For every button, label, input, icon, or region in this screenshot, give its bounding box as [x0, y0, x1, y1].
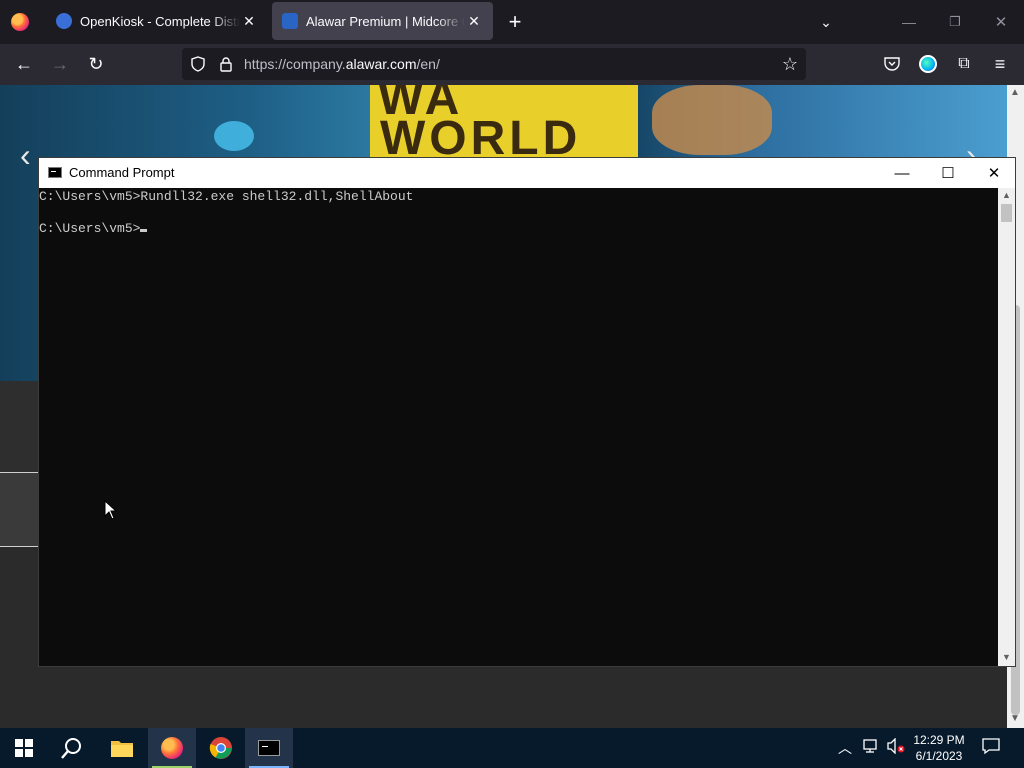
- url-bar[interactable]: https://company.alawar.com/en/ ☆: [182, 48, 806, 80]
- url-text: https://company.alawar.com/en/: [244, 56, 440, 72]
- clock-date: 6/1/2023: [915, 749, 963, 763]
- search-icon: [61, 738, 81, 759]
- shield-icon[interactable]: [186, 52, 210, 76]
- firefox-taskbar-button[interactable]: [148, 728, 196, 768]
- extensions-puzzle-icon[interactable]: ⧉: [952, 52, 976, 76]
- command-prompt-window[interactable]: Command Prompt — ☐ ✕ C:\Users\vm5>Rundll…: [38, 157, 1016, 667]
- start-button[interactable]: [0, 728, 48, 768]
- close-button[interactable]: ✕: [971, 158, 1017, 188]
- maximize-button[interactable]: ☐: [925, 158, 971, 188]
- file-explorer-button[interactable]: [98, 728, 146, 768]
- url-prefix: https://company.: [244, 56, 346, 72]
- search-button[interactable]: [48, 728, 96, 768]
- chrome-taskbar-button[interactable]: [197, 728, 245, 768]
- page-section: [0, 473, 40, 547]
- cmd-title-bar[interactable]: Command Prompt — ☐ ✕: [39, 158, 1015, 188]
- minimize-button[interactable]: —: [886, 8, 932, 36]
- text-cursor: [140, 229, 148, 232]
- tab-alawar[interactable]: Alawar Premium | Midcore Gar ✕: [272, 2, 493, 40]
- close-tab-icon[interactable]: ✕: [465, 12, 483, 30]
- firefox-menu-button[interactable]: [8, 10, 32, 34]
- window-title: Command Prompt: [69, 165, 175, 180]
- scroll-down-icon[interactable]: ▼: [1010, 713, 1020, 724]
- cmd-scrollbar[interactable]: ▲ ▼: [998, 188, 1015, 666]
- scroll-down-icon[interactable]: ▼: [1002, 652, 1011, 662]
- windows-logo-icon: [15, 739, 33, 757]
- pocket-icon[interactable]: [880, 52, 904, 76]
- notifications-icon[interactable]: [982, 737, 1000, 758]
- system-clock[interactable]: 12:29 PM 6/1/2023: [906, 732, 972, 764]
- carousel-prev-icon[interactable]: ‹: [20, 137, 31, 174]
- command-prompt-icon: [258, 740, 280, 756]
- browser-tab-bar: OpenKiosk - Complete Distribu ✕ Alawar P…: [0, 0, 1024, 44]
- tab-favicon-icon: [282, 13, 298, 29]
- command-prompt-icon: [48, 167, 62, 178]
- network-icon[interactable]: [862, 738, 880, 757]
- terminal-output[interactable]: C:\Users\vm5>Rundll32.exe shell32.dll,Sh…: [39, 188, 999, 666]
- tab-openkiosk[interactable]: OpenKiosk - Complete Distribu ✕: [46, 2, 268, 40]
- clock-time: 12:29 PM: [913, 733, 965, 747]
- bookmark-star-icon[interactable]: ☆: [778, 52, 802, 76]
- firefox-icon: [161, 737, 183, 759]
- close-window-button[interactable]: ✕: [978, 8, 1024, 36]
- url-domain: alawar.com: [345, 56, 417, 72]
- minimize-button[interactable]: —: [879, 158, 925, 188]
- chrome-icon: [209, 737, 232, 759]
- reload-icon[interactable]: ↻: [84, 52, 108, 76]
- tab-label: Alawar Premium | Midcore Gar: [306, 13, 465, 29]
- terminal-prompt: C:\Users\vm5>: [39, 221, 141, 236]
- terminal-prompt-line: C:\Users\vm5>: [39, 221, 999, 237]
- show-hidden-icons-chevron-icon[interactable]: ︿: [838, 738, 852, 758]
- hamburger-menu-icon[interactable]: ≡: [988, 52, 1012, 76]
- hero-artwork: [652, 85, 772, 155]
- scrollbar-thumb[interactable]: [1001, 204, 1012, 222]
- back-arrow-icon[interactable]: ←: [12, 52, 36, 76]
- browser-nav-bar: ← → ↻ https://company.alawar.com/en/ ☆ ⧉…: [0, 44, 1024, 85]
- firefox-icon: [11, 13, 29, 31]
- terminal-line: C:\Users\vm5>Rundll32.exe shell32.dll,Sh…: [39, 189, 414, 204]
- tab-label: OpenKiosk - Complete Distribu: [80, 13, 240, 29]
- hero-game-logo: WA WORLD: [370, 85, 638, 165]
- close-tab-icon[interactable]: ✕: [240, 12, 258, 30]
- scroll-up-icon[interactable]: ▲: [1002, 190, 1011, 200]
- list-all-tabs-icon[interactable]: ⌄: [814, 10, 838, 34]
- command-prompt-taskbar-button[interactable]: [245, 728, 293, 768]
- lock-icon[interactable]: [214, 52, 238, 76]
- tab-favicon-icon: [56, 13, 72, 29]
- url-path: /en/: [416, 56, 440, 72]
- account-avatar-icon[interactable]: [916, 52, 940, 76]
- mouse-pointer-icon: [104, 500, 118, 520]
- restore-button[interactable]: ❐: [932, 8, 978, 36]
- page-section: [0, 381, 40, 473]
- folder-icon: [111, 741, 133, 757]
- scroll-up-icon[interactable]: ▲: [1010, 87, 1020, 98]
- hero-artwork-glow: [214, 121, 254, 151]
- new-tab-button[interactable]: +: [503, 9, 527, 34]
- volume-muted-icon[interactable]: [886, 737, 906, 757]
- forward-arrow-icon[interactable]: →: [48, 52, 72, 76]
- taskbar: ︿ 12:29 PM 6/1/2023: [0, 728, 1024, 768]
